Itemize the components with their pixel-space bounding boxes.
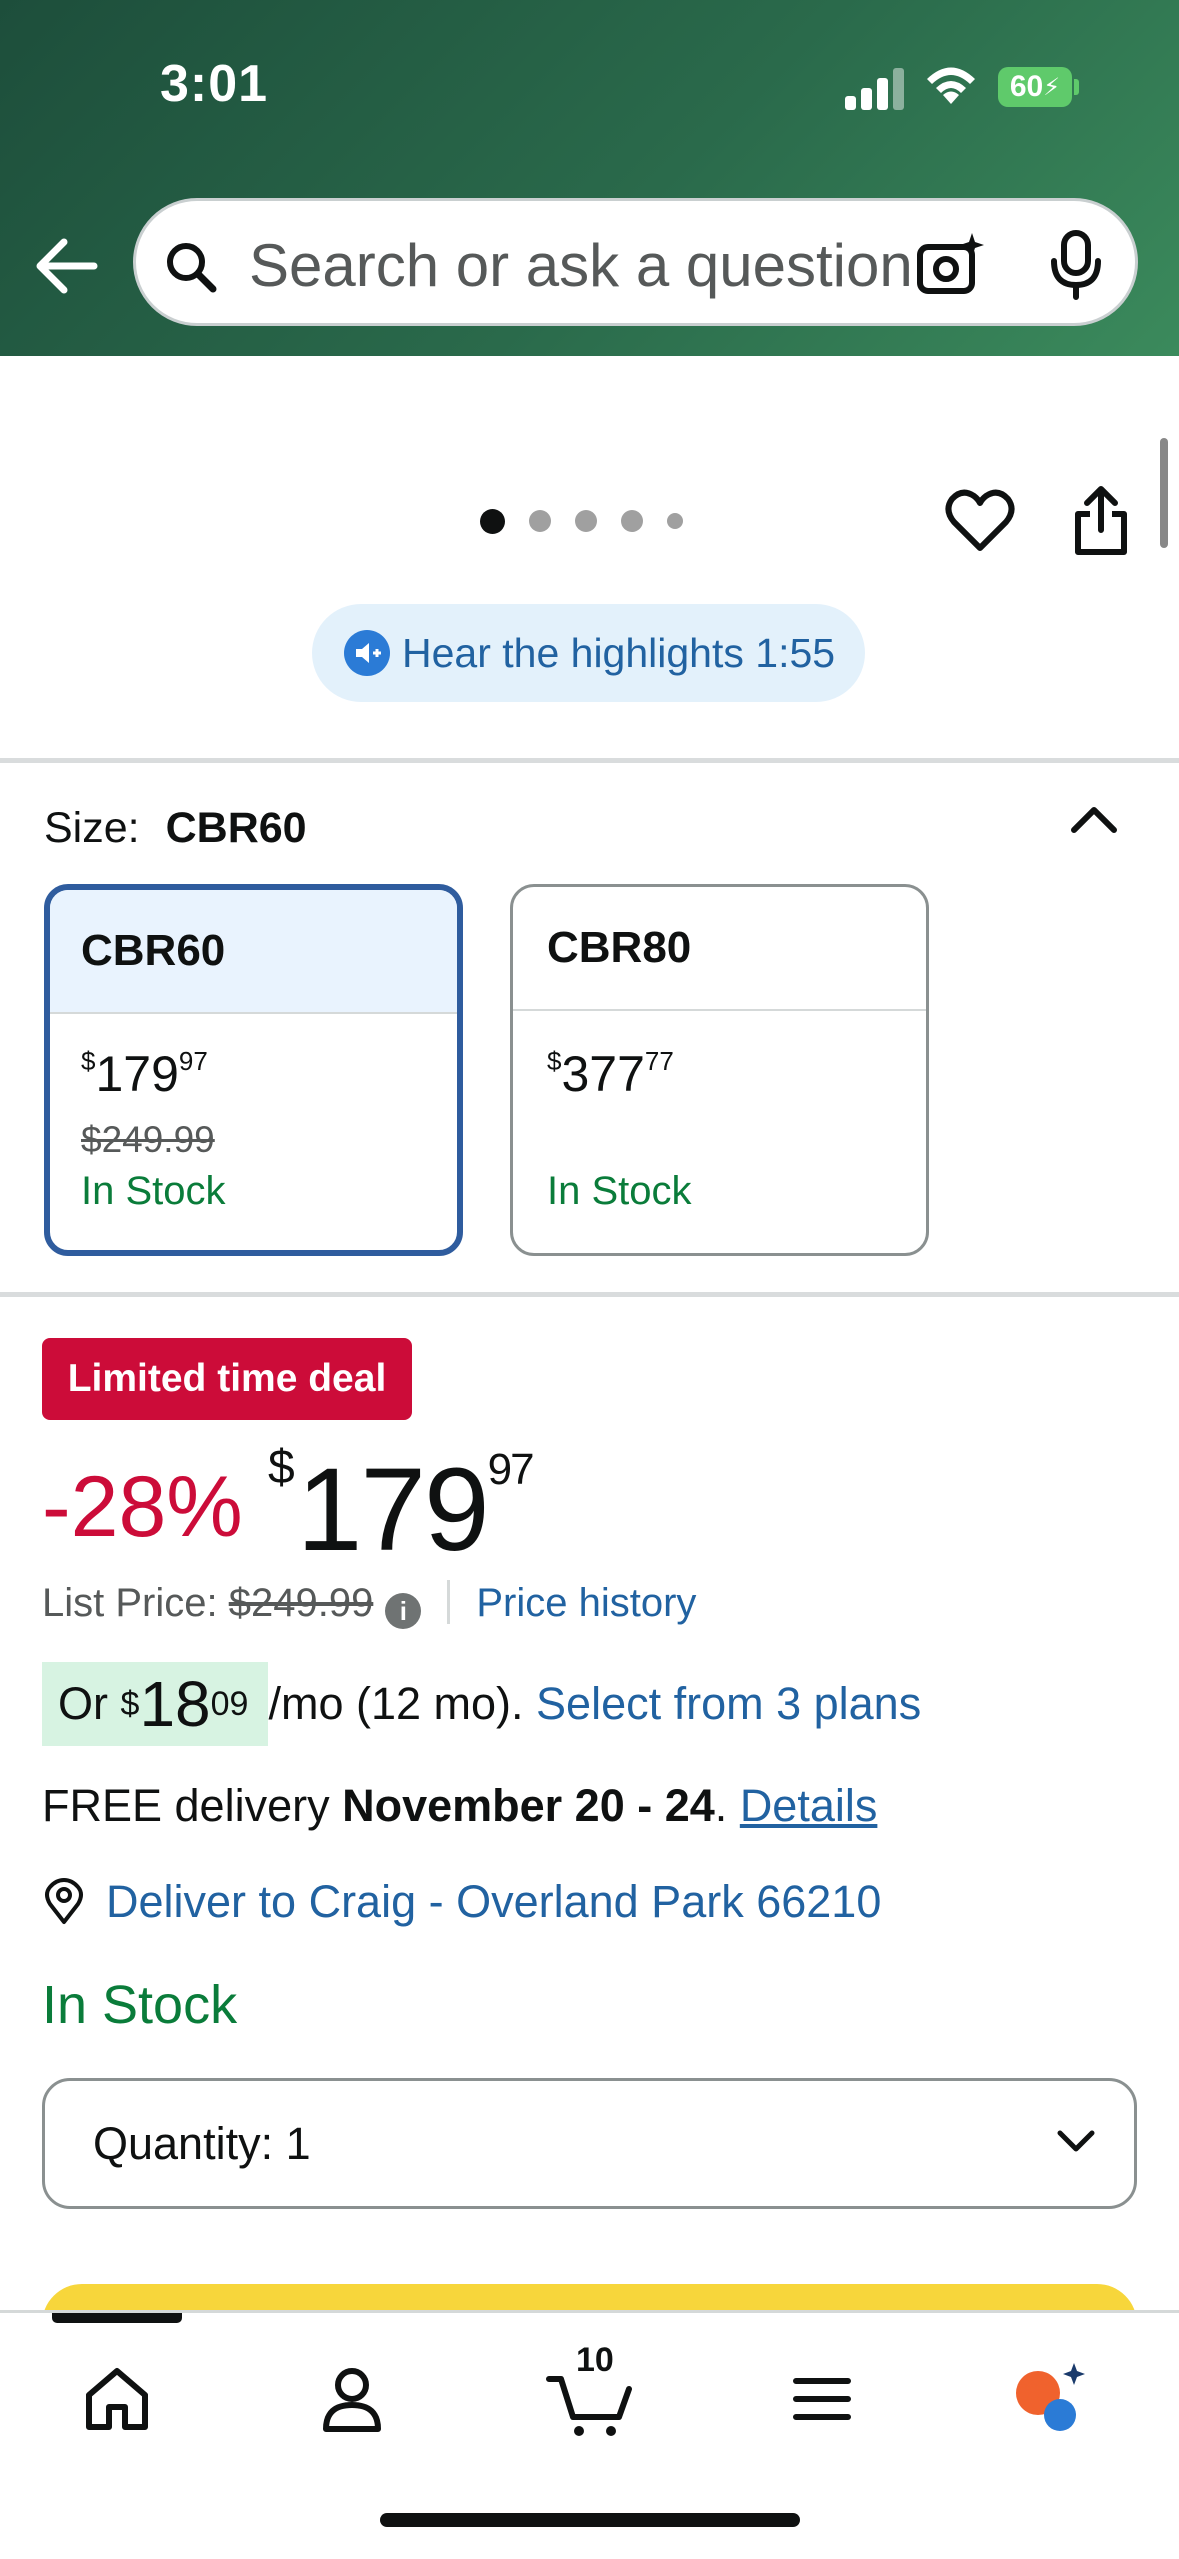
cart-count-badge: 10 [576,2341,614,2379]
size-option-name: CBR80 [513,887,926,1011]
assistant-icon[interactable] [1008,2359,1088,2439]
chevron-down-icon [1057,2130,1095,2152]
price-currency: $ [268,1441,295,1494]
carousel-dot[interactable] [575,510,597,532]
installment-currency: $ [120,1684,140,1723]
separator [447,1580,451,1624]
deliver-to-location[interactable]: Deliver to Craig - Overland Park 66210 [42,1876,881,1928]
quantity-dropdown[interactable]: Quantity: 1 [42,2078,1137,2209]
price-history-link[interactable]: Price history [476,1581,696,1625]
home-icon[interactable] [77,2359,157,2439]
size-option-stock: In Stock [547,1169,692,1213]
delivery-dates: November 20 - 24 [342,1780,715,1831]
price-cents: 97 [178,1046,208,1077]
scrollbar[interactable] [1160,438,1168,548]
account-icon[interactable] [312,2359,392,2439]
section-divider [0,758,1179,763]
selected-size: CBR60 [165,804,307,852]
delivery-info: FREE delivery November 20 - 24. Details [42,1780,877,1832]
list-price-label: List Price: [42,1581,218,1625]
price-dollars: 179 [296,1444,490,1577]
size-option-price: $17997 [81,1046,208,1102]
size-option-cbr60[interactable]: CBR60 $17997 $249.99 In Stock [44,884,463,1256]
size-option-list-price: $249.99 [81,1119,215,1160]
delivery-details-link[interactable]: Details [740,1780,878,1831]
select-plans-link[interactable]: Select from 3 plans [536,1678,921,1730]
deliver-to-text: Deliver to Craig - Overland Park 66210 [106,1876,882,1927]
delivery-separator: . [714,1780,728,1831]
section-divider [0,1292,1179,1297]
quantity-label: Quantity: [93,2117,274,2169]
image-carousel-dots[interactable] [480,506,683,536]
list-price-row: List Price: $249.99 i Price history [42,1580,696,1629]
installment-dollars: 18 [139,1668,211,1740]
back-arrow-icon[interactable] [30,234,100,298]
menu-icon[interactable] [782,2359,862,2439]
delivery-prefix: FREE delivery [42,1780,330,1831]
app-header: 3:01 60 ⚡ Search or ask a question [0,0,1179,356]
home-indicator [380,2513,800,2527]
installment-amount: Or $18 09 [42,1662,269,1746]
highlights-label: Hear the highlights 1:55 [402,629,836,676]
carousel-dot[interactable] [667,513,683,529]
discount-percent: -28% [42,1459,243,1555]
quantity-value: 1 [285,2117,311,2169]
size-option-price: $37777 [547,1046,674,1102]
size-option-name: CBR60 [50,890,457,1014]
limited-time-deal-badge: Limited time deal [42,1338,412,1420]
wishlist-heart-icon[interactable] [944,484,1016,556]
stock-status: In Stock [42,1975,238,2035]
size-selector-label: Size: CBR60 [44,804,307,853]
wifi-icon [927,67,975,104]
size-label-text: Size: [44,804,140,852]
installment-prefix: Or [58,1678,108,1729]
search-bar[interactable]: Search or ask a question [133,198,1138,326]
carousel-dot[interactable] [480,508,505,534]
search-icon [167,243,217,293]
battery-indicator: 60 ⚡ [998,67,1079,107]
installment-cents: 09 [210,1684,249,1723]
battery-level: 60 [1009,70,1044,103]
location-pin-icon [45,1878,83,1924]
audio-speaker-icon [344,630,390,676]
carousel-dot[interactable] [529,510,551,532]
installment-terms: /mo (12 mo). [268,1678,524,1729]
price-dollars: 179 [95,1046,179,1102]
deal-price: $17997 [268,1440,535,1578]
size-option-cbr80[interactable]: CBR80 $37777 In Stock [510,884,929,1256]
price-cents: 97 [487,1445,535,1495]
signal-icon [845,66,905,110]
size-option-stock: In Stock [81,1169,226,1213]
list-price-value: $249.99 [228,1581,374,1625]
hear-highlights-button[interactable]: Hear the highlights 1:55 [312,604,865,702]
active-tab-indicator [52,2313,182,2323]
carousel-dot[interactable] [621,510,643,532]
status-time: 3:01 [160,55,269,113]
price-dollars: 377 [561,1046,645,1102]
camera-search-icon[interactable] [916,231,986,297]
collapse-chevron-up-icon[interactable] [1066,798,1122,838]
share-icon[interactable] [1072,484,1130,558]
installment-row: Or $18 09 /mo (12 mo). Select from 3 plan… [42,1662,921,1746]
info-icon[interactable]: i [385,1593,422,1629]
microphone-icon[interactable] [1048,229,1104,301]
price-cents: 77 [644,1046,674,1077]
